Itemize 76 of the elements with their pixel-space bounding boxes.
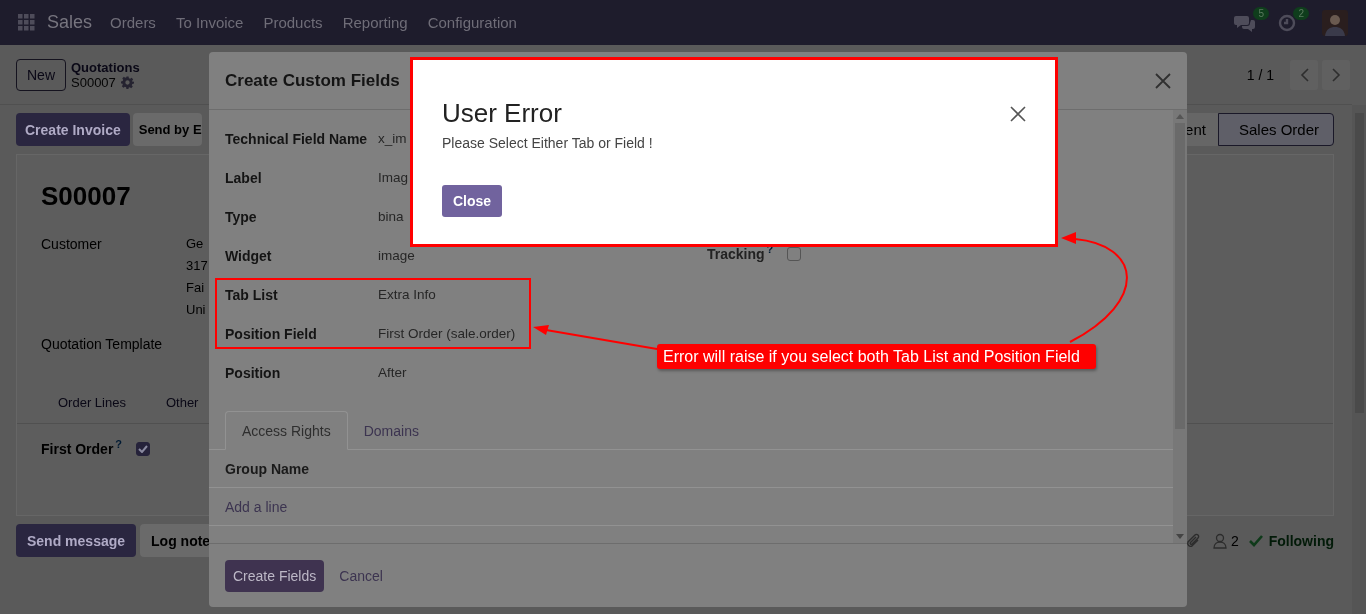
status-step[interactable]: Sales Order bbox=[1217, 113, 1334, 146]
field-label: Tracking bbox=[707, 246, 765, 262]
field-label: Position Field bbox=[225, 325, 318, 342]
count-badge: 5 bbox=[1253, 6, 1269, 20]
field-label: Quotation Template bbox=[41, 335, 164, 354]
field-value: First Order (sale.order) bbox=[378, 326, 516, 341]
follower-count: 2 bbox=[1230, 532, 1239, 549]
field-value: Imag bbox=[378, 170, 408, 185]
field-value: 317 bbox=[186, 257, 208, 275]
field-label: Position bbox=[225, 364, 282, 381]
field-label: Technical Field Name bbox=[225, 130, 369, 147]
tab[interactable]: Access Rights bbox=[225, 411, 348, 450]
scrollbar[interactable] bbox=[1173, 110, 1187, 543]
tab[interactable]: Order Lines bbox=[58, 394, 126, 410]
field-value: Extra Info bbox=[378, 287, 436, 302]
menu-item[interactable]: Products bbox=[263, 14, 323, 31]
dialog-title: User Error bbox=[442, 98, 562, 129]
close-icon[interactable] bbox=[1155, 72, 1171, 89]
field-value: After bbox=[378, 365, 407, 380]
settings-icon[interactable] bbox=[120, 75, 134, 89]
field-value: Ge bbox=[186, 235, 205, 253]
field-label: Widget bbox=[225, 247, 273, 264]
tab[interactable]: Other bbox=[165, 394, 199, 410]
field-label: Label bbox=[225, 169, 263, 186]
error-message: Please Select Either Tab or Field ! bbox=[442, 135, 653, 151]
field-value: Uni bbox=[186, 301, 207, 319]
create-fields-button[interactable]: Create Fields bbox=[225, 559, 325, 592]
field-label: Customer bbox=[41, 235, 103, 254]
help-mark[interactable]: ? bbox=[115, 439, 123, 450]
new-button[interactable]: New bbox=[16, 58, 66, 91]
record-title: S00007 bbox=[41, 181, 131, 211]
send-button[interactable]: Send by E bbox=[132, 113, 202, 146]
column-header: Group Name bbox=[225, 460, 309, 477]
clock-icon[interactable] bbox=[1278, 13, 1296, 32]
menu-item[interactable]: Orders bbox=[110, 14, 156, 31]
checkbox[interactable] bbox=[136, 442, 151, 456]
field-value: bina bbox=[378, 209, 404, 224]
field-value: Fai bbox=[186, 279, 206, 297]
following-button[interactable]: Following bbox=[1248, 532, 1334, 549]
following-label: Following bbox=[1268, 532, 1334, 549]
menu-item[interactable]: Reporting bbox=[342, 14, 408, 31]
dialog-title: Create Custom Fields bbox=[225, 70, 400, 91]
create-invoice-button[interactable]: Create Invoice bbox=[16, 113, 130, 146]
send-message-button[interactable]: Send message bbox=[16, 524, 137, 557]
tab[interactable]: Domains bbox=[347, 411, 435, 450]
scroll-down-icon[interactable] bbox=[1176, 534, 1184, 539]
user-avatar[interactable] bbox=[1322, 9, 1348, 36]
field-value: image bbox=[378, 248, 415, 263]
breadcrumb-link[interactable]: Quotations bbox=[71, 59, 140, 75]
field-label: Tab List bbox=[225, 286, 279, 303]
chevron-left-icon bbox=[1299, 67, 1309, 82]
app-name[interactable]: Sales bbox=[47, 12, 93, 33]
annotation-label: Error will raise if you select both Tab List and Position Field bbox=[657, 344, 1096, 369]
field-label: First Order bbox=[41, 441, 114, 457]
paperclip-icon[interactable] bbox=[1184, 532, 1201, 549]
add-line-link[interactable]: Add a line bbox=[225, 498, 288, 515]
menu-item[interactable]: To Invoice bbox=[175, 14, 244, 31]
followers-button[interactable]: 2 bbox=[1212, 532, 1239, 549]
check-icon bbox=[1248, 534, 1263, 547]
next-button[interactable] bbox=[1322, 59, 1350, 90]
close-button[interactable]: Close bbox=[442, 185, 503, 217]
record-name: S00007 bbox=[71, 74, 116, 90]
field-value: x_im bbox=[378, 131, 407, 146]
chevron-right-icon bbox=[1331, 67, 1341, 82]
scroll-up-icon[interactable] bbox=[1176, 114, 1184, 119]
person-icon bbox=[1212, 532, 1227, 549]
checkbox[interactable] bbox=[787, 247, 802, 261]
pager-value: 1 / 1 bbox=[1246, 66, 1274, 83]
menu-item[interactable]: Configuration bbox=[427, 14, 517, 31]
field-label: Type bbox=[225, 208, 258, 225]
count-badge: 2 bbox=[1293, 6, 1309, 20]
apps-menu-icon[interactable] bbox=[18, 14, 35, 31]
previous-button[interactable] bbox=[1290, 59, 1318, 90]
close-icon[interactable] bbox=[1010, 105, 1026, 122]
chat-icon[interactable] bbox=[1234, 13, 1256, 32]
cancel-button[interactable]: Cancel bbox=[331, 559, 391, 592]
